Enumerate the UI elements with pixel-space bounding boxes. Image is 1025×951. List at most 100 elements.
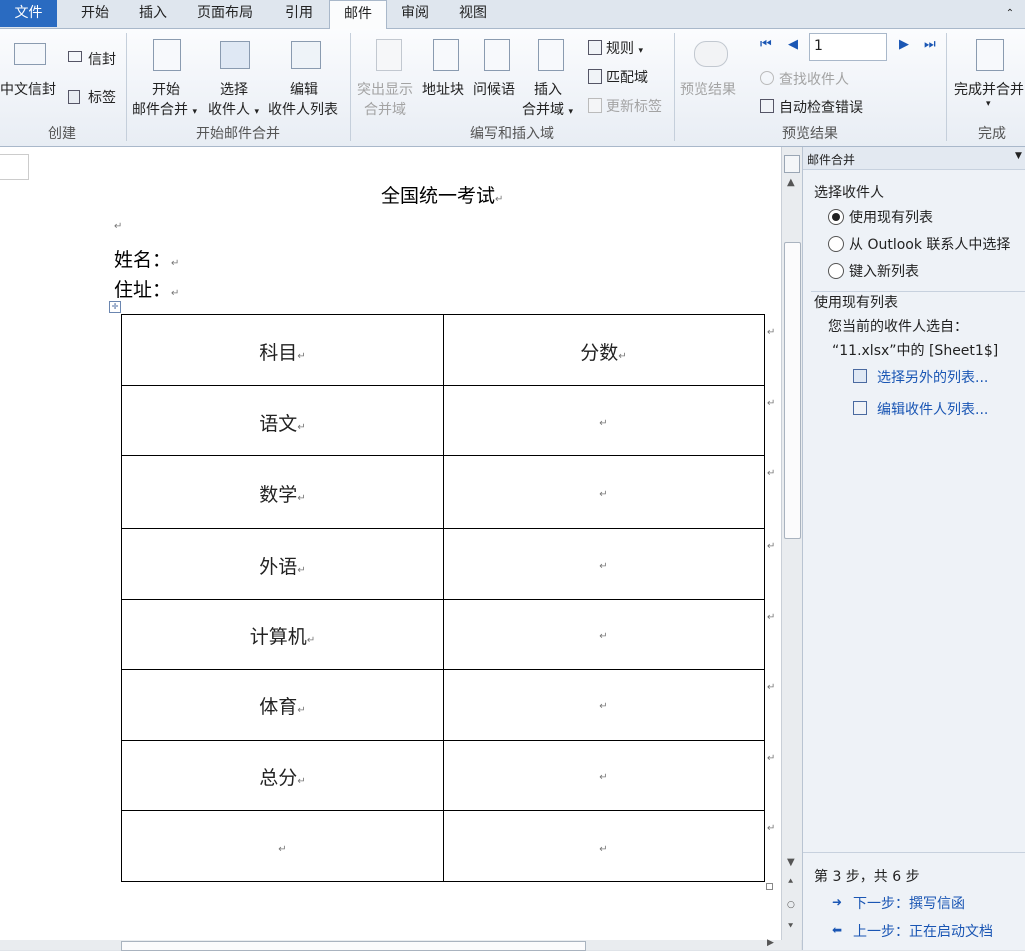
auto-check-errors-button[interactable]: 自动检查错误 [779, 97, 863, 117]
dropdown-arrow-icon: ▾ [192, 107, 197, 117]
match-fields-button[interactable]: 匹配域 [606, 67, 648, 87]
document-title-text: 全国统一考试 [381, 185, 496, 207]
insert-merge-field-icon [538, 39, 564, 71]
collapse-ribbon-icon[interactable]: ⌃ [1000, 0, 1020, 27]
tab-insert[interactable]: 插入 [126, 0, 180, 27]
tab-references[interactable]: 引用 [272, 0, 326, 27]
radio-use-existing[interactable] [828, 209, 844, 225]
paragraph-mark: ↵ [599, 701, 608, 712]
pane-menu-arrow-icon[interactable]: ▼ [1015, 151, 1022, 161]
find-recipient-icon [760, 71, 774, 85]
select-recipients-line1[interactable]: 选择 [220, 79, 248, 99]
preview-results-button[interactable]: 预览结果 [680, 79, 736, 99]
update-labels-button[interactable]: 更新标签 [606, 96, 662, 116]
end-of-row-mark: ↵ [767, 612, 776, 623]
tab-home[interactable]: 开始 [68, 0, 122, 27]
end-of-row-mark: ↵ [767, 823, 776, 834]
dropdown-arrow-icon: ▾ [568, 107, 573, 117]
chinese-envelope-button[interactable]: 中文信封 [0, 79, 56, 99]
ruler-toggle-icon[interactable] [784, 155, 800, 173]
previous-page-icon[interactable]: ⯅ [787, 877, 794, 887]
dropdown-arrow-icon: ▾ [986, 99, 991, 109]
radio-type-new[interactable] [828, 263, 844, 279]
group-write-insert-label: 编写和插入域 [470, 126, 554, 142]
table-cell-score[interactable]: ↵ [443, 552, 764, 574]
end-of-row-mark: ↵ [767, 398, 776, 409]
envelopes-button[interactable]: 信封 [88, 49, 116, 69]
insert-merge-field-line2: 合并域 [522, 102, 564, 118]
dropdown-arrow-icon: ▾ [254, 107, 259, 117]
table-cell-score[interactable]: ↵ [443, 763, 764, 785]
last-record-icon[interactable]: ⏭ [924, 37, 936, 52]
select-other-list-link[interactable]: 选择另外的列表... [877, 367, 988, 387]
labels-button[interactable]: 标签 [88, 87, 116, 107]
name-label: 姓名： [114, 249, 172, 271]
radio-type-new-label: 键入新列表 [849, 264, 919, 280]
document-page[interactable]: 全国统一考试↵ ↵ 姓名：↵ 住址：↵ ✛ 科目↵ 分数↵ 语文↵ ↵ 数学↵ … [0, 147, 781, 940]
radio-outlook-contacts[interactable] [828, 236, 844, 252]
paragraph-mark: ↵ [599, 772, 608, 783]
paragraph-mark: ↵ [306, 635, 316, 646]
table-cell-subject[interactable]: 总分↵ [122, 763, 443, 790]
cell-text: 科目 [259, 342, 298, 364]
scroll-up-arrow-icon[interactable]: ▲ [787, 177, 795, 188]
start-mail-merge-line1[interactable]: 开始 [152, 79, 180, 99]
table-header-subject[interactable]: 科目↵ [122, 338, 443, 365]
edit-recipient-list-link[interactable]: 编辑收件人列表... [877, 399, 988, 419]
start-mail-merge-button[interactable]: 邮件合并 ▾ [132, 99, 197, 119]
table-cell-subject[interactable]: 体育↵ [122, 692, 443, 719]
tab-mailings[interactable]: 邮件 [329, 0, 387, 29]
table-cell-subject[interactable]: 外语↵ [122, 552, 443, 579]
browse-object-icon[interactable]: ○ [787, 900, 795, 910]
first-record-icon[interactable]: ⏮ [760, 37, 772, 52]
table-resize-handle-icon[interactable] [766, 883, 773, 890]
table-divider [122, 669, 764, 670]
divider [803, 852, 1025, 853]
edit-recipient-list-button[interactable]: 收件人列表 [268, 99, 338, 119]
address-label: 住址： [114, 279, 172, 301]
scroll-right-arrow-icon[interactable]: ▶ [767, 938, 774, 948]
greeting-line-button[interactable]: 问候语 [473, 79, 515, 99]
ribbon-tab-bar: 文件 开始 插入 页面布局 引用 邮件 审阅 视图 ⌃ [0, 0, 1025, 29]
horizontal-scrollbar[interactable]: ▶ [0, 938, 801, 951]
insert-merge-field-line1[interactable]: 插入 [534, 79, 562, 99]
group-preview-label: 预览结果 [782, 126, 838, 142]
scroll-thumb[interactable] [784, 242, 801, 539]
tab-review[interactable]: 审阅 [388, 0, 442, 27]
find-recipient-button[interactable]: 查找收件人 [779, 69, 849, 89]
highlight-merge-fields-button[interactable]: 突出显示 [357, 79, 413, 99]
table-header-score[interactable]: 分数↵ [443, 338, 764, 365]
table-cell-subject[interactable]: ↵ [122, 835, 443, 857]
tab-file[interactable]: 文件 [0, 0, 57, 27]
table-cell-score[interactable]: ↵ [443, 692, 764, 714]
table-cell-score[interactable]: ↵ [443, 622, 764, 644]
vertical-scrollbar[interactable]: ▲ ▼ ⯅ ○ ⯆ [781, 147, 802, 940]
record-number-input[interactable]: 1 [809, 33, 887, 61]
group-create-label: 创建 [48, 126, 76, 142]
table-cell-score[interactable]: ↵ [443, 835, 764, 857]
address-block-button[interactable]: 地址块 [422, 79, 464, 99]
tab-page-layout[interactable]: 页面布局 [188, 0, 262, 27]
edit-recipient-list-line1[interactable]: 编辑 [290, 79, 318, 99]
table-move-handle-icon[interactable]: ✛ [109, 301, 121, 313]
table-cell-subject[interactable]: 语文↵ [122, 409, 443, 436]
paragraph-mark: ↵ [599, 489, 608, 500]
cell-text: 计算机 [249, 626, 307, 648]
finish-merge-button[interactable]: 完成并合并 [954, 79, 1024, 99]
scroll-down-arrow-icon[interactable]: ▼ [787, 857, 795, 868]
rules-button[interactable]: 规则 ▾ [606, 38, 643, 58]
next-record-icon[interactable]: ▶ [899, 37, 909, 52]
insert-merge-field-button[interactable]: 合并域 ▾ [522, 99, 573, 119]
radio-use-existing-label: 使用现有列表 [849, 210, 933, 226]
tab-view[interactable]: 视图 [446, 0, 500, 27]
previous-step-link[interactable]: 上一步：正在启动文档 [853, 921, 993, 941]
previous-record-icon[interactable]: ◀ [788, 37, 798, 52]
next-step-link[interactable]: 下一步：撰写信函 [853, 893, 965, 913]
table-cell-score[interactable]: ↵ [443, 480, 764, 502]
table-cell-subject[interactable]: 数学↵ [122, 480, 443, 507]
table-cell-subject[interactable]: 计算机↵ [122, 622, 443, 649]
paragraph-mark: ↵ [297, 565, 306, 576]
next-page-icon[interactable]: ⯆ [787, 922, 794, 932]
select-recipients-button[interactable]: 收件人 ▾ [208, 99, 259, 119]
table-cell-score[interactable]: ↵ [443, 409, 764, 431]
